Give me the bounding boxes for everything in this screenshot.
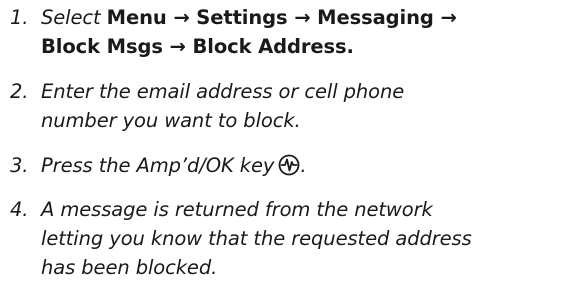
step-3-period: . [300, 154, 307, 177]
step-number: 2. [10, 80, 29, 103]
step-1: 1. Select Menu → Settings → Messaging → … [0, 3, 457, 61]
step-4-line-1: A message is returned from the network [41, 198, 433, 221]
step-1-line-1: Select Menu → Settings → Messaging → [41, 3, 457, 32]
arrow-icon: → [166, 6, 197, 29]
menu-path-settings: Settings [196, 6, 288, 29]
ampd-ok-key-icon [278, 154, 300, 176]
menu-path-menu: Menu [106, 6, 167, 29]
step-3-text: Press the Amp’d/OK key [41, 154, 275, 177]
arrow-icon: → [162, 35, 193, 58]
step-number: 1. [10, 6, 29, 29]
step-2: 2. Enter the email address or cell phone… [0, 77, 404, 135]
step-3: 3. Press the Amp’d/OK key . [0, 151, 307, 180]
step-1-line-2: Block Msgs → Block Address. [41, 32, 457, 61]
menu-path-block-msgs: Block Msgs [41, 35, 163, 58]
menu-path-messaging: Messaging [317, 6, 434, 29]
menu-path-block-address: Block Address. [192, 35, 354, 58]
arrow-icon: → [287, 6, 318, 29]
arrow-icon: → [433, 6, 457, 29]
step-number: 4. [10, 198, 29, 221]
step-4: 4. A message is returned from the networ… [0, 195, 472, 282]
step-4-line-3: has been blocked. [41, 256, 218, 279]
step-3-line-1: Press the Amp’d/OK key . [41, 151, 307, 180]
step-1-prefix: Select [41, 6, 107, 29]
step-4-line-2: letting you know that the requested addr… [41, 227, 472, 250]
step-number: 3. [10, 154, 29, 177]
step-2-line-2: number you want to block. [41, 109, 301, 132]
step-2-line-1: Enter the email address or cell phone [41, 80, 405, 103]
